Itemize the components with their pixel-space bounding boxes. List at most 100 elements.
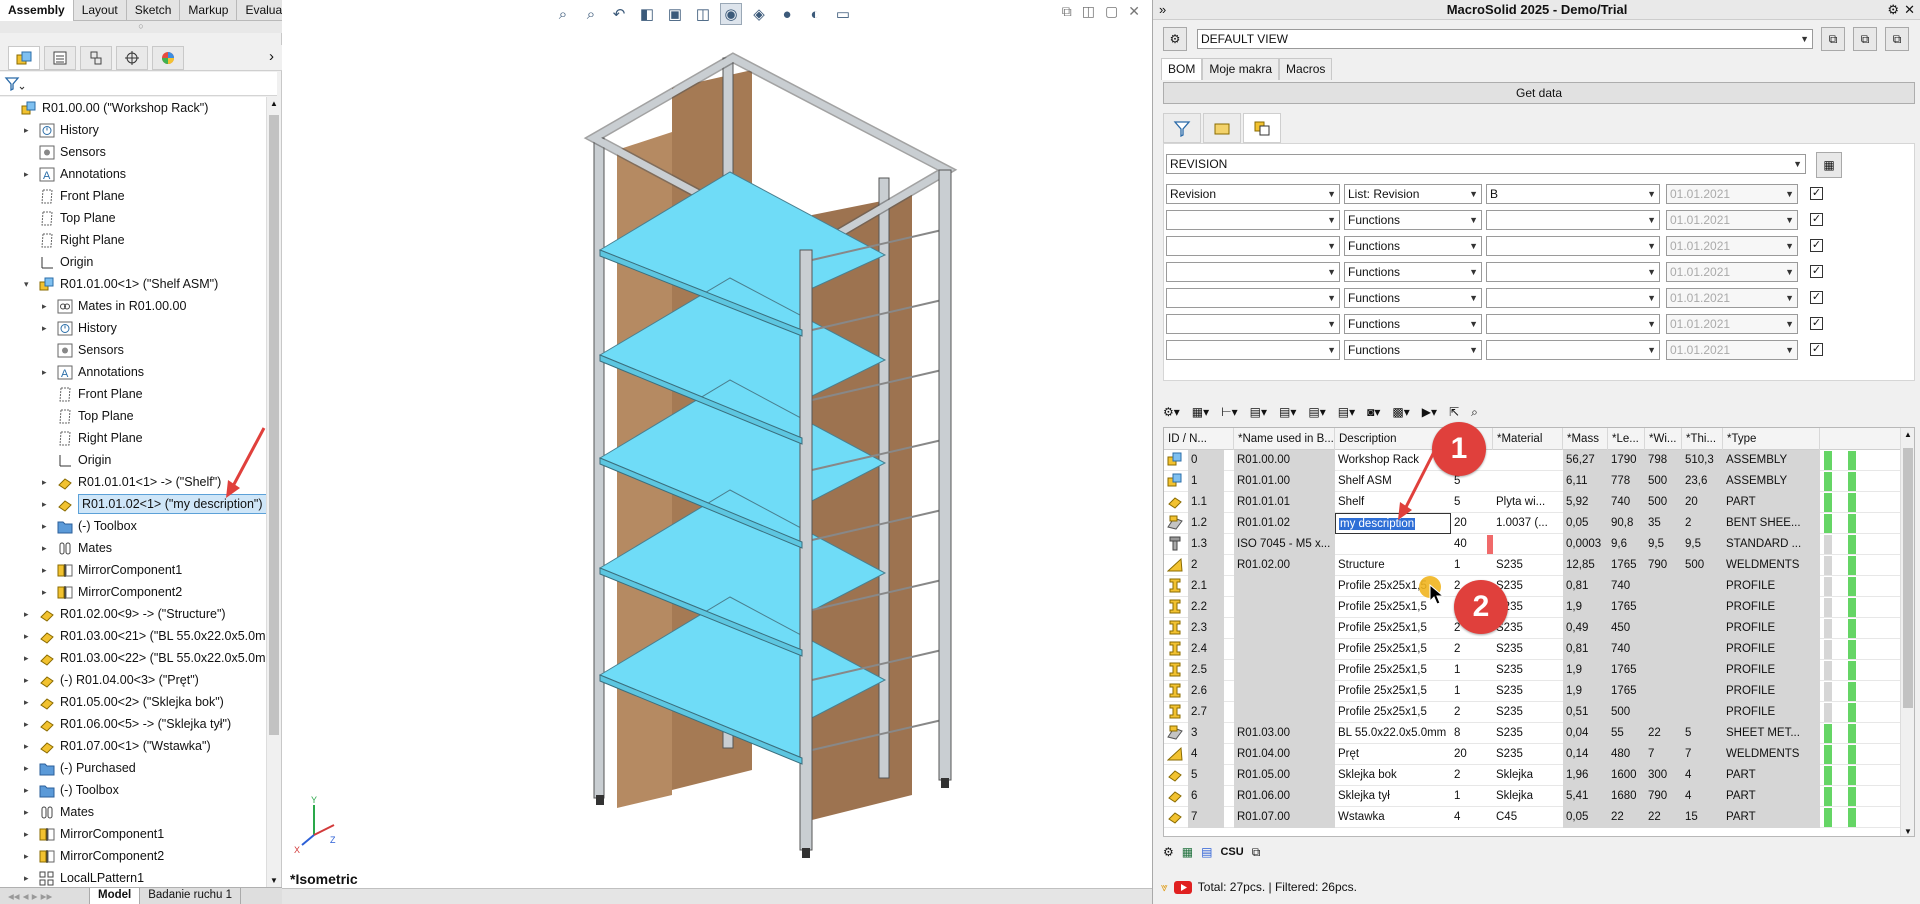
properties-tab[interactable] bbox=[1243, 113, 1281, 143]
chevron-right-icon[interactable]: ▸ bbox=[42, 317, 47, 339]
filter-function-select[interactable]: Functions ▼ bbox=[1344, 314, 1482, 334]
tree-item[interactable]: R01.00.00 ("Workshop Rack") bbox=[0, 97, 270, 119]
table-cell-desc[interactable]: BL 55.0x22.0x5.0mm bbox=[1335, 723, 1451, 744]
filter-value-select[interactable]: ▼ bbox=[1486, 236, 1660, 256]
tree-item[interactable]: Front Plane bbox=[0, 185, 270, 207]
expand-icon[interactable]: » bbox=[1159, 0, 1166, 20]
qr-code-icon[interactable]: ▩▾ bbox=[1392, 405, 1409, 419]
filter-tab[interactable] bbox=[1163, 113, 1201, 143]
table-row[interactable]: 2.2Profile 25x25x1,52S2351,91765PROFILE bbox=[1164, 597, 1906, 618]
tab-moje-makra[interactable]: Moje makra bbox=[1202, 58, 1280, 80]
tab-assembly[interactable]: Assembly bbox=[0, 0, 74, 21]
chevron-right-icon[interactable]: ▸ bbox=[24, 757, 29, 779]
filter-date-select[interactable]: 01.01.2021 ▼ bbox=[1666, 340, 1798, 360]
import-icon[interactable]: ▤▾ bbox=[1279, 405, 1296, 419]
table-row[interactable]: 2.5 Profile 25x25x1,5 1 S235 1,9 1765 PROFILE bbox=[1164, 660, 1906, 681]
tree-item[interactable]: ▸ Mates bbox=[0, 801, 270, 823]
table-cell-desc[interactable]: Profile 25x25x1,5 bbox=[1335, 702, 1451, 723]
filter-enable-checkbox[interactable]: ✓ bbox=[1810, 265, 1823, 278]
tab-sketch[interactable]: Sketch bbox=[127, 0, 181, 21]
update-icon[interactable]: ▤▾ bbox=[1308, 405, 1325, 419]
feature-tree-tab[interactable] bbox=[8, 45, 40, 70]
filter-value-select[interactable]: ▼ bbox=[1486, 262, 1660, 282]
chevron-right-icon[interactable]: ▸ bbox=[42, 537, 47, 559]
tree-item[interactable]: Right Plane bbox=[0, 229, 270, 251]
table-cell-desc[interactable]: Profile 25x25x1,5 bbox=[1335, 660, 1451, 681]
chevron-right-icon[interactable]: › bbox=[269, 48, 274, 65]
tree-filter-bar[interactable] bbox=[0, 72, 277, 96]
filter-enable-checkbox[interactable]: ✓ bbox=[1810, 239, 1823, 252]
tree-item[interactable]: ▸ A Annotations bbox=[0, 163, 270, 185]
tree-item[interactable]: ▸ R01.06.00<5> -> ("Sklejka tył") bbox=[0, 713, 270, 735]
filter-date-select[interactable]: 01.01.2021 ▼ bbox=[1666, 210, 1798, 230]
filter-function-select[interactable]: Functions ▼ bbox=[1344, 210, 1482, 230]
tree-item[interactable]: ▾ R01.01.00<1> ("Shelf ASM") bbox=[0, 273, 270, 295]
chevron-right-icon[interactable]: ▸ bbox=[42, 559, 47, 581]
filter-function-select[interactable]: Functions ▼ bbox=[1344, 288, 1482, 308]
settings-gear-icon[interactable]: ⚙ bbox=[1887, 0, 1899, 20]
tree-item[interactable]: ▸ Mates bbox=[0, 537, 270, 559]
search-icon[interactable]: ⌕ bbox=[1471, 405, 1478, 420]
chevron-right-icon[interactable]: ▸ bbox=[24, 801, 29, 823]
gear-icon[interactable]: ⚙▾ bbox=[1163, 405, 1180, 419]
tree-item[interactable]: ▸ Mates in R01.00.00 bbox=[0, 295, 270, 317]
view-delete-button[interactable]: ⧉ bbox=[1885, 27, 1909, 51]
table-cell-desc[interactable]: Sklejka tył bbox=[1335, 786, 1451, 807]
rack-model-3d[interactable] bbox=[282, 0, 1152, 860]
table-row[interactable]: 2 R01.02.00 Structure 1 S235 12,85 1765 790 500 W… bbox=[1164, 555, 1906, 576]
filter-value-select[interactable]: ▼ bbox=[1486, 314, 1660, 334]
table-row[interactable]: 2.6 Profile 25x25x1,5 1 S235 1,9 1765 PROFILE bbox=[1164, 681, 1906, 702]
table-cell-desc[interactable]: Profile 25x25x1,5 bbox=[1335, 639, 1451, 660]
open-tab[interactable] bbox=[1203, 113, 1241, 143]
scroll-up-icon[interactable]: ▲ bbox=[1904, 430, 1912, 439]
tree-item[interactable]: Sensors bbox=[0, 141, 270, 163]
chevron-right-icon[interactable]: ▸ bbox=[24, 867, 29, 887]
tree-item[interactable]: ▸ R01.03.00<21> ("BL 55.0x22.0x5.0mm") bbox=[0, 625, 270, 647]
view-select[interactable]: DEFAULT VIEW ▼ bbox=[1197, 29, 1813, 49]
tree-item[interactable]: Top Plane bbox=[0, 207, 270, 229]
get-data-button[interactable]: Get data bbox=[1163, 82, 1915, 104]
chevron-right-icon[interactable]: ▸ bbox=[24, 779, 29, 801]
table-row[interactable]: 2.1 Profile 25x25x1,5 2 S235 0,81 740 PROFILE bbox=[1164, 576, 1906, 597]
tree-item[interactable]: ▸ LocalLPattern1 bbox=[0, 867, 270, 887]
filter-date-select[interactable]: 01.01.2021 ▼ bbox=[1666, 288, 1798, 308]
tree-item[interactable]: ▸ R01.03.00<22> ("BL 55.0x22.0x5.0mm") bbox=[0, 647, 270, 669]
view-add-button[interactable]: ⧉ bbox=[1821, 27, 1845, 51]
filter-property-select[interactable]: ▼ bbox=[1166, 262, 1340, 282]
tab-markup[interactable]: Markup bbox=[180, 0, 238, 21]
export-icon[interactable]: ▤▾ bbox=[1250, 405, 1267, 419]
chevron-right-icon[interactable]: ▸ bbox=[42, 493, 47, 515]
tab-macros[interactable]: Macros bbox=[1279, 58, 1333, 80]
chevron-right-icon[interactable]: ▸ bbox=[42, 361, 47, 383]
filter-property-select[interactable]: ▼ bbox=[1166, 236, 1340, 256]
filter-function-select[interactable]: Functions ▼ bbox=[1344, 262, 1482, 282]
table-cell-desc[interactable]: Structure bbox=[1335, 555, 1451, 576]
chevron-right-icon[interactable]: ▸ bbox=[24, 119, 29, 141]
filter-date-select[interactable]: 01.01.2021 ▼ bbox=[1666, 262, 1798, 282]
chevron-right-icon[interactable]: ▸ bbox=[42, 295, 47, 317]
tree-item[interactable]: ▸ A Annotations bbox=[0, 361, 270, 383]
settings-button[interactable]: ⚙ bbox=[1163, 27, 1187, 51]
tree-item[interactable]: ▸ (-) Purchased bbox=[0, 757, 270, 779]
table-row[interactable]: 4 R01.04.00 Pręt 20 S235 0,14 480 7 7 WELDMENTS bbox=[1164, 744, 1906, 765]
table-row[interactable]: 2.3 Profile 25x25x1,5 2 S235 0,49 450 PROFILE bbox=[1164, 618, 1906, 639]
panel-grip[interactable]: ○ bbox=[0, 21, 282, 33]
tab-motion-study[interactable]: Badanie ruchu 1 bbox=[140, 888, 241, 904]
filter-value-select[interactable]: B ▼ bbox=[1486, 184, 1660, 204]
filter-enable-checkbox[interactable]: ✓ bbox=[1810, 213, 1823, 226]
table-row[interactable]: 7 R01.07.00 Wstawka 4 C45 0,05 22 22 15 PART bbox=[1164, 807, 1906, 828]
configuration-manager-tab[interactable] bbox=[80, 45, 112, 70]
table-row[interactable]: 6 R01.06.00 Sklejka tył 1 Sklejka 5,41 1680 790… bbox=[1164, 786, 1906, 807]
chevron-right-icon[interactable]: ▸ bbox=[24, 735, 29, 757]
filter-property-select[interactable]: ▼ bbox=[1166, 314, 1340, 334]
chevron-right-icon[interactable]: ▸ bbox=[24, 603, 29, 625]
tree-item[interactable]: ▸ (-) R01.04.00<3> ("Pręt") bbox=[0, 669, 270, 691]
scroll-up-icon[interactable]: ▲ bbox=[270, 99, 278, 108]
tree-item[interactable]: Sensors bbox=[0, 339, 270, 361]
tree-item[interactable]: Origin bbox=[0, 251, 270, 273]
table-cell-desc[interactable]: Pręt bbox=[1335, 744, 1451, 765]
chevron-right-icon[interactable]: ▸ bbox=[24, 625, 29, 647]
chevron-right-icon[interactable]: ▸ bbox=[24, 845, 29, 867]
column-header[interactable]: *Thi... bbox=[1682, 428, 1723, 450]
filter-value-select[interactable]: ▼ bbox=[1486, 210, 1660, 230]
